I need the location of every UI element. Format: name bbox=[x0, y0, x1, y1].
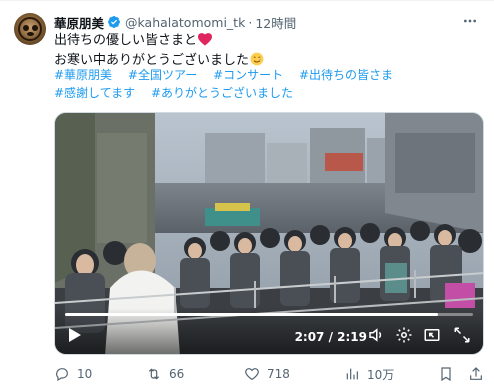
reply-icon bbox=[56, 368, 68, 382]
red-heart-emoji-icon bbox=[198, 33, 213, 52]
post-timestamp[interactable]: 12時間 bbox=[255, 13, 296, 32]
avatar-detail bbox=[32, 25, 38, 31]
tweet-actions: 10 66 718 10万 bbox=[54, 364, 486, 384]
reply-button[interactable]: 10 bbox=[54, 366, 92, 382]
play-icon[interactable] bbox=[65, 324, 85, 346]
reply-count: 10 bbox=[77, 367, 93, 381]
like-heart-icon bbox=[245, 368, 259, 381]
repost-button[interactable]: 66 bbox=[146, 366, 184, 382]
tweet-text: 出待ちの優しい皆さまと お寒い中ありがとうございました bbox=[54, 32, 484, 71]
hashtag-link[interactable]: #全国ツアー bbox=[128, 67, 197, 85]
tweet-header: 華原朋美 @kahalatomomi_tk · 12時間 bbox=[54, 12, 296, 32]
hashtag-link[interactable]: #コンサート bbox=[213, 67, 283, 85]
volume-icon[interactable] bbox=[367, 324, 385, 346]
video-progress-bar[interactable] bbox=[65, 313, 473, 316]
video-time-readout: 2:07 / 2:19 bbox=[294, 330, 367, 344]
avatar-ring-decoration bbox=[18, 17, 42, 41]
video-progress-fill bbox=[65, 313, 438, 316]
video-player[interactable]: 2:07 / 2:19 bbox=[54, 112, 484, 355]
view-count: 10万 bbox=[367, 367, 395, 382]
views-button[interactable]: 10万 bbox=[344, 366, 394, 383]
more-options-icon[interactable] bbox=[460, 11, 480, 31]
share-button[interactable] bbox=[468, 366, 491, 382]
picture-in-picture-icon[interactable] bbox=[423, 324, 441, 346]
share-icon bbox=[470, 367, 482, 380]
fullscreen-icon[interactable] bbox=[453, 324, 471, 346]
author-name[interactable]: 華原朋美 bbox=[54, 13, 104, 32]
avatar-detail bbox=[27, 32, 34, 36]
repost-icon bbox=[148, 368, 160, 380]
hashtag-link[interactable]: #感謝してます bbox=[54, 85, 135, 103]
verified-badge-icon bbox=[107, 15, 121, 29]
author-handle[interactable]: @kahalatomomi_tk bbox=[125, 15, 245, 30]
hashtag-link[interactable]: #出待ちの皆さま bbox=[299, 67, 393, 85]
repost-count: 66 bbox=[169, 367, 185, 381]
analytics-icon bbox=[346, 368, 358, 380]
avatar-detail bbox=[23, 25, 29, 31]
like-button[interactable]: 718 bbox=[244, 366, 290, 382]
hashtag-link[interactable]: #華原朋美 bbox=[54, 67, 112, 85]
tweet-text-line-1: 出待ちの優しい皆さまと bbox=[54, 33, 198, 48]
tweet-text-line-2: お寒い中ありがとうございました bbox=[54, 52, 250, 68]
bookmark-icon bbox=[441, 367, 451, 382]
author-avatar[interactable] bbox=[14, 13, 46, 45]
separator-dot: · bbox=[248, 14, 253, 30]
like-count: 718 bbox=[267, 367, 290, 381]
tweet-text-line: 出待ちの優しい皆さまと bbox=[54, 32, 484, 52]
hashtag-link[interactable]: #ありがとうございました bbox=[151, 85, 293, 103]
settings-gear-icon[interactable] bbox=[395, 324, 413, 346]
tweet-card[interactable]: 華原朋美 @kahalatomomi_tk · 12時間 出待ちの優しい皆さまと… bbox=[0, 0, 494, 386]
bookmark-button[interactable] bbox=[438, 366, 461, 382]
hashtag-list: #華原朋美 #全国ツアー #コンサート #出待ちの皆さま #感謝してます #あり… bbox=[54, 67, 486, 102]
